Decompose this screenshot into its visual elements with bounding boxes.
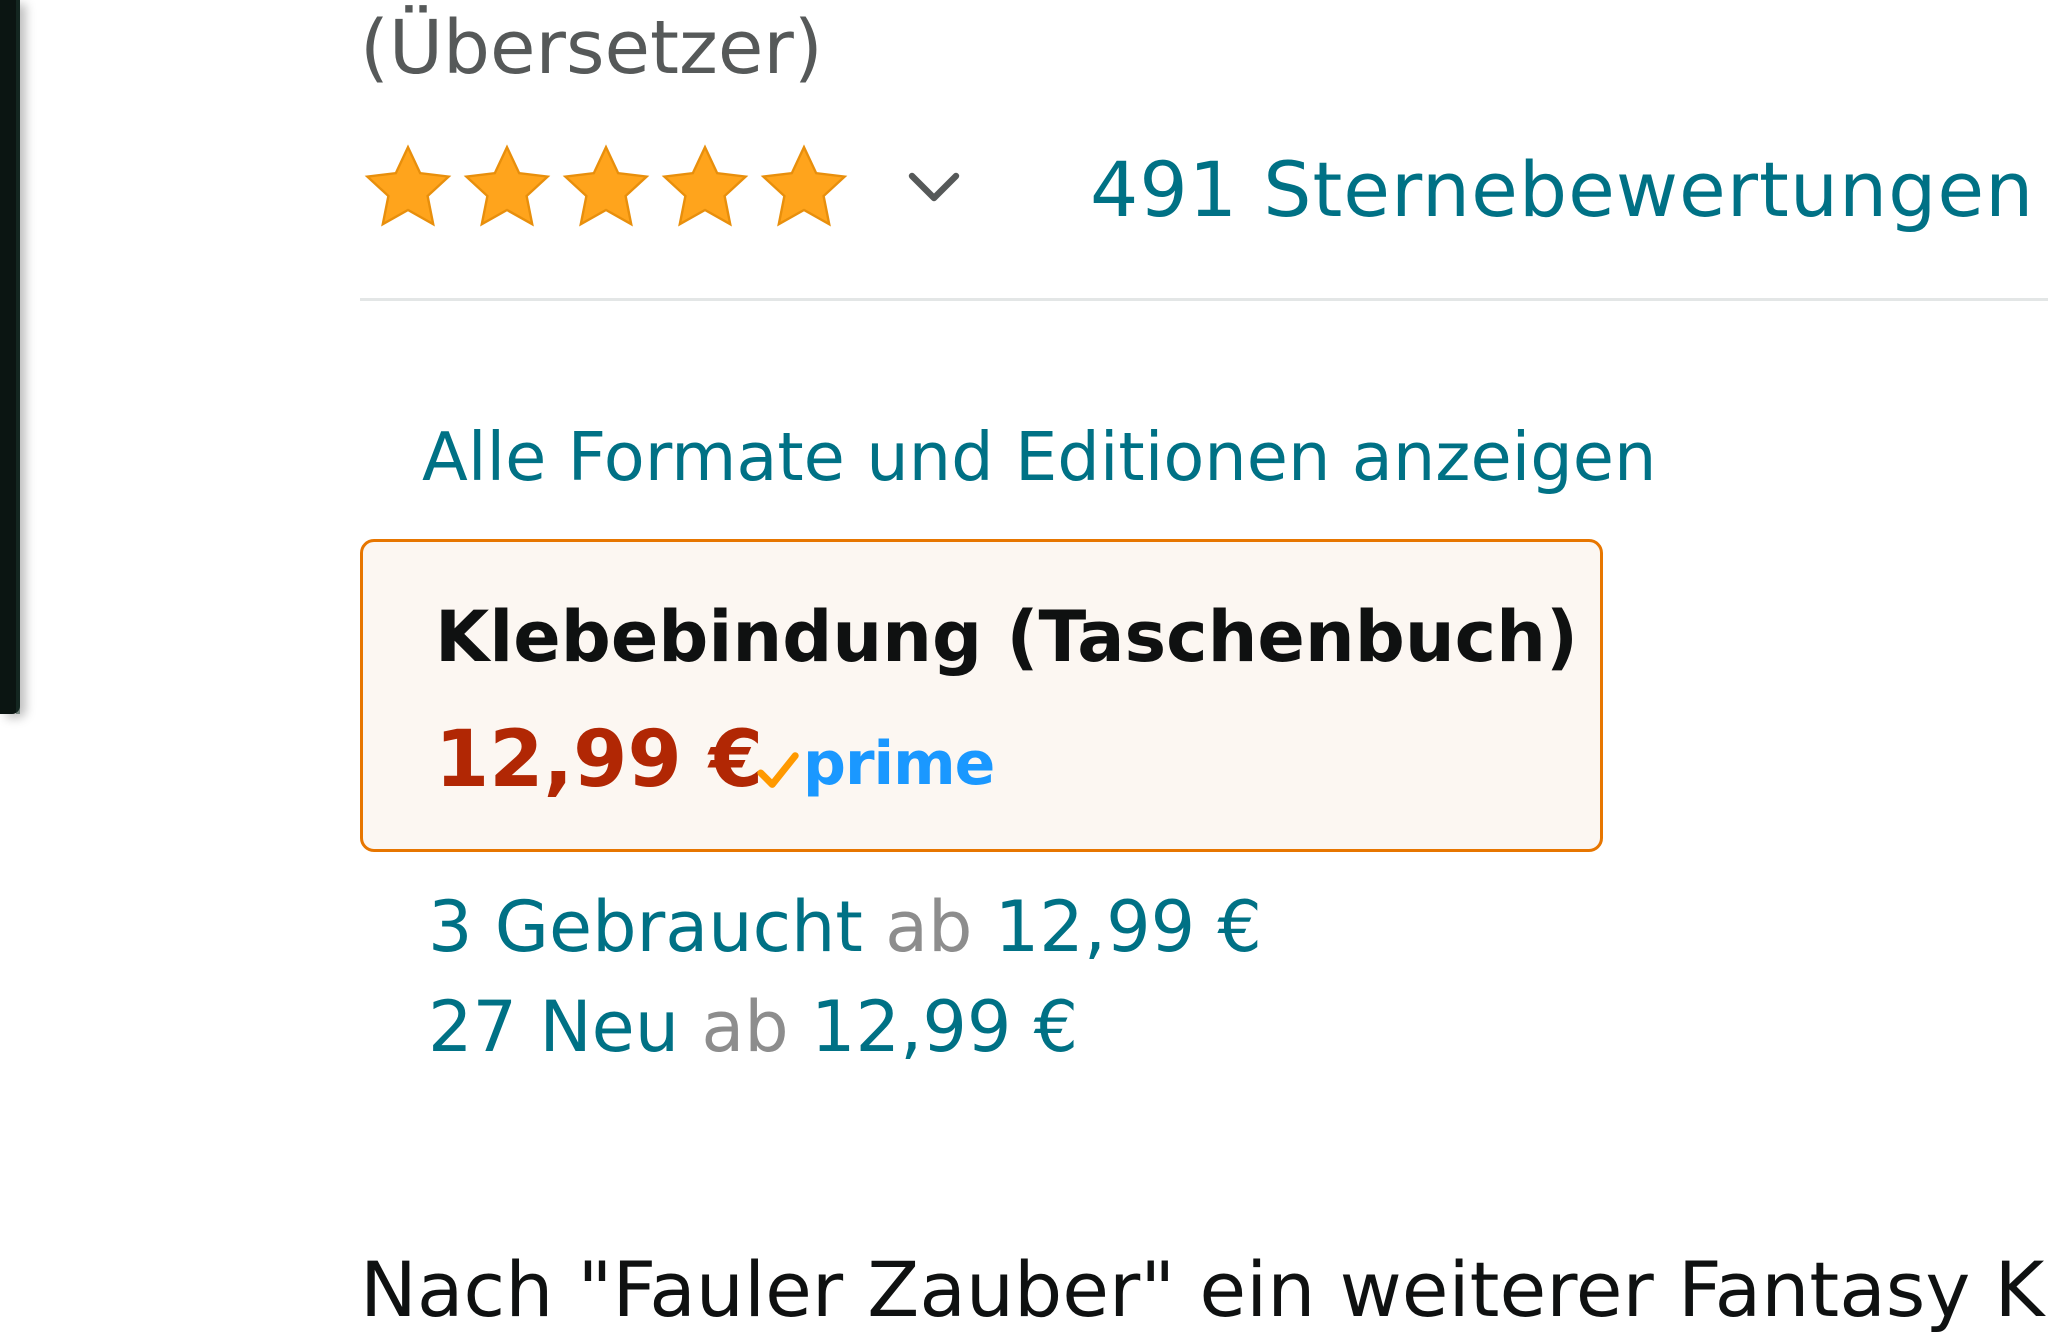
- divider: [360, 298, 2048, 301]
- star-icon: [463, 144, 551, 227]
- star-icon: [364, 144, 452, 227]
- chevron-down-icon[interactable]: [906, 166, 962, 210]
- new-offers-from: ab: [701, 986, 789, 1068]
- product-description: Nach "Fauler Zauber" ein weiterer Fantas…: [360, 1245, 2048, 1334]
- new-offers-link[interactable]: 27 Neu ab 12,99 €: [428, 982, 1078, 1072]
- contributor-role: (Übersetzer): [360, 5, 823, 91]
- used-offers-from: ab: [885, 886, 973, 968]
- used-offers-label: 3 Gebraucht: [428, 886, 863, 968]
- new-offers-label: 27 Neu: [428, 986, 680, 1068]
- prime-badge: prime: [755, 724, 995, 804]
- star-icon: [760, 144, 848, 227]
- ratings-count-link[interactable]: 491 Sternebewertungen: [1090, 140, 2034, 240]
- rating-row: 491 Sternebewertungen: [360, 140, 2048, 240]
- all-formats-link[interactable]: Alle Formate und Editionen anzeigen: [422, 412, 1657, 502]
- format-price: 12,99 €: [435, 715, 764, 805]
- format-option-paperback[interactable]: Klebebindung (Taschenbuch) 12,99 € prime: [360, 539, 1603, 852]
- star-rating[interactable]: [360, 140, 852, 240]
- new-offers-price: 12,99 €: [811, 986, 1079, 1068]
- book-cover-edge[interactable]: [0, 0, 20, 714]
- star-icon: [661, 144, 749, 227]
- star-icon: [562, 144, 650, 227]
- used-offers-price: 12,99 €: [994, 886, 1262, 968]
- prime-check-icon: [757, 752, 799, 788]
- format-name: Klebebindung (Taschenbuch): [435, 596, 1579, 678]
- used-offers-link[interactable]: 3 Gebraucht ab 12,99 €: [428, 882, 1262, 972]
- prime-label: prime: [803, 729, 995, 799]
